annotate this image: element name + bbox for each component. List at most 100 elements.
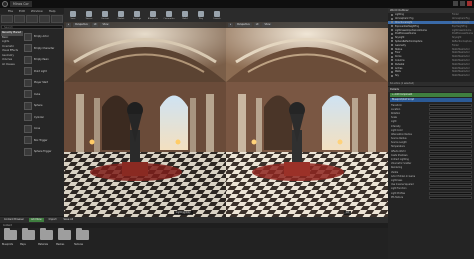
place-item[interactable]: Empty Actor <box>24 31 63 42</box>
source-control-button[interactable]: Source <box>82 9 96 21</box>
property-value-field[interactable] <box>429 149 472 153</box>
folder-icon[interactable] <box>76 228 89 240</box>
view-mode-perspective[interactable]: Perspective <box>73 23 90 27</box>
property-value-field[interactable] <box>429 120 472 124</box>
details-property-row: Source Length <box>388 141 474 145</box>
outliner-row-label: Columns <box>395 58 405 62</box>
eye-icon[interactable] <box>391 48 393 51</box>
eye-icon[interactable] <box>391 25 393 28</box>
eye-icon[interactable] <box>391 55 393 58</box>
menu-help[interactable]: Help <box>49 9 56 13</box>
folder-icon[interactable] <box>4 228 17 240</box>
eye-icon[interactable] <box>391 44 393 47</box>
property-value-field[interactable] <box>429 145 472 149</box>
build-button[interactable]: Build <box>178 9 192 21</box>
viewport-right[interactable]: ▾ Perspective Lit Show Lit <box>226 22 388 217</box>
viewport-menu-icon[interactable]: ▾ <box>66 23 72 27</box>
eye-icon[interactable] <box>391 63 393 66</box>
eye-icon[interactable] <box>391 51 393 54</box>
eye-icon[interactable] <box>391 74 393 77</box>
category-recently-placed[interactable]: Recently Placed <box>1 31 23 36</box>
property-value-field[interactable] <box>429 141 472 145</box>
geometry-mode-icon[interactable] <box>51 15 63 23</box>
property-value-field[interactable] <box>429 166 472 170</box>
property-value-field[interactable] <box>429 111 472 115</box>
cinematics-button[interactable]: Cinematics <box>162 9 176 21</box>
eye-icon[interactable] <box>391 67 393 70</box>
property-value-field[interactable] <box>429 128 472 132</box>
place-mode-icon[interactable] <box>1 15 13 23</box>
eye-icon[interactable] <box>391 17 393 20</box>
place-item[interactable]: Cylinder <box>24 112 63 123</box>
menu-edit[interactable]: Edit <box>19 9 25 13</box>
folder-icon[interactable] <box>40 228 53 240</box>
place-item[interactable]: Point Light <box>24 66 63 77</box>
play-button[interactable]: Play <box>194 9 208 21</box>
place-item[interactable]: Player Start <box>24 77 63 88</box>
property-value-field[interactable] <box>429 137 472 141</box>
property-value-field[interactable] <box>429 195 472 199</box>
minimize-icon[interactable] <box>453 1 458 6</box>
place-item[interactable]: Box Trigger <box>24 135 63 146</box>
viewport-left[interactable]: ▾ Perspective Lit Show Lighting Only <box>64 22 226 217</box>
place-item[interactable]: Sphere <box>24 100 63 111</box>
close-icon[interactable] <box>467 1 472 6</box>
place-item[interactable]: Cube <box>24 89 63 100</box>
show-flags-button[interactable]: Show <box>262 23 273 27</box>
property-value-field[interactable] <box>429 191 472 195</box>
landscape-mode-icon[interactable] <box>26 15 38 23</box>
property-value-field[interactable] <box>429 162 472 166</box>
folder-icon[interactable] <box>58 228 71 240</box>
paint-mode-icon[interactable] <box>13 15 26 23</box>
view-mode-lit[interactable]: Lit <box>91 23 99 27</box>
property-value-field[interactable] <box>429 124 472 128</box>
settings-button[interactable]: Settings <box>130 9 144 21</box>
blueprint-button[interactable]: Blueprint/Add Script <box>390 98 472 102</box>
show-flags-button[interactable]: Show <box>100 23 111 27</box>
place-item[interactable]: Cone <box>24 123 63 134</box>
place-item[interactable]: Sphere Trigger <box>24 146 63 157</box>
place-search-input[interactable]: Search <box>1 25 63 29</box>
eye-icon[interactable] <box>391 32 393 35</box>
property-value-field[interactable] <box>429 174 472 178</box>
property-value-field[interactable] <box>429 132 472 136</box>
folder-icon[interactable] <box>22 228 35 240</box>
property-value-field[interactable] <box>429 107 472 111</box>
view-mode-lit[interactable]: Lit <box>253 23 261 27</box>
eye-icon[interactable] <box>391 40 393 43</box>
save-button[interactable]: Save <box>66 9 80 21</box>
add-component-button[interactable]: + Add Component <box>390 93 472 97</box>
foliage-mode-icon[interactable] <box>38 15 51 23</box>
property-value-field[interactable] <box>429 170 472 174</box>
maximize-icon[interactable] <box>460 1 465 6</box>
eye-icon[interactable] <box>391 36 393 39</box>
save-all-button[interactable]: Save All <box>62 218 76 222</box>
category-all-classes[interactable]: All Classes <box>1 63 23 68</box>
property-value-field[interactable] <box>429 187 472 191</box>
property-value-field[interactable] <box>429 116 472 120</box>
eye-icon[interactable] <box>391 29 393 32</box>
eye-icon[interactable] <box>391 59 393 62</box>
eye-icon[interactable] <box>391 13 393 16</box>
property-value-field[interactable] <box>429 103 472 107</box>
viewport-menu-icon[interactable]: ▾ <box>228 23 234 27</box>
property-value-field[interactable] <box>429 153 472 157</box>
content-button[interactable]: Content <box>98 9 112 21</box>
view-mode-perspective[interactable]: Perspective <box>235 23 252 27</box>
property-value-field[interactable] <box>429 183 472 187</box>
place-item[interactable]: Empty Character <box>24 43 63 54</box>
menu-window[interactable]: Window <box>31 9 43 13</box>
place-item[interactable]: Empty Pawn <box>24 54 63 65</box>
property-value-field[interactable] <box>429 178 472 182</box>
property-value-field[interactable] <box>429 158 472 162</box>
marketplace-button[interactable]: Market <box>114 9 128 21</box>
outliner-row[interactable]: Sky StaticMeshActor <box>388 74 474 78</box>
blueprints-button[interactable]: Blueprints <box>146 9 160 21</box>
import-button[interactable]: Import <box>47 218 59 222</box>
eye-icon[interactable] <box>391 21 393 24</box>
menu-file[interactable]: File <box>8 9 13 13</box>
launch-button[interactable]: Launch <box>210 9 224 21</box>
add-new-button[interactable]: Add New <box>28 218 44 222</box>
level-tab[interactable]: Minos Cor <box>10 1 32 7</box>
eye-icon[interactable] <box>391 70 393 73</box>
